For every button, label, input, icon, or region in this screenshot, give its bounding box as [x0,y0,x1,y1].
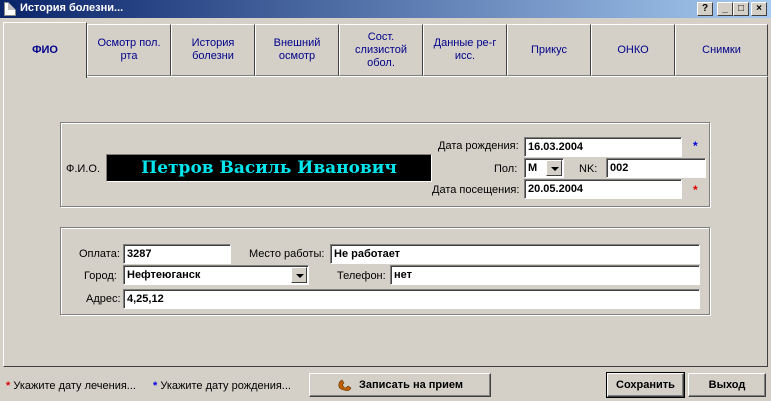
tab-bite[interactable]: Прикус [507,24,591,76]
birth-date-label: Дата рождения: [438,140,519,152]
hint-visit-text: Укажите дату лечения... [13,380,136,392]
tab-medical-history[interactable]: История болезни [171,24,255,76]
city-select[interactable]: Нефтеюганск [123,265,309,285]
chevron-down-icon[interactable] [291,267,307,283]
phone-label: Телефон: [337,270,386,282]
blue-star-icon: * [153,380,158,392]
work-label: Место работы: [249,248,325,260]
tab-panel [3,76,768,367]
tab-external-exam[interactable]: Внешний осмотр [255,24,339,76]
tab-mucosa[interactable]: Сост. слизистой обол. [339,24,423,76]
birth-required-marker: * [693,139,698,153]
sex-select[interactable]: М [524,158,564,178]
address-label: Адрес: [86,293,121,305]
tab-strip: ФИО Осмотр пол. рта История болезни Внеш… [3,22,768,78]
phone-icon [338,379,352,391]
visit-date-field[interactable]: 20.05.2004 [524,179,682,199]
title-bar: История болезни... ? _ □ × [0,0,771,18]
address-field[interactable]: 4,25,12 [123,289,700,309]
birth-date-field[interactable]: 16.03.2004 [524,137,682,157]
work-field[interactable]: Не работает [330,244,700,264]
tab-fio[interactable]: ФИО [3,22,87,78]
hint-visit-date: * Укажите дату лечения... [6,380,136,392]
nk-label: NK: [579,163,598,175]
minimize-button[interactable]: _ [717,2,733,16]
payment-label: Оплата: [79,248,120,260]
red-star-icon: * [6,380,11,392]
tab-oral-exam[interactable]: Осмотр пол. рта [87,24,171,76]
visit-required-marker: * [693,183,698,197]
city-label: Город: [84,270,117,282]
save-button[interactable]: Сохранить [606,372,685,398]
appointment-button[interactable]: Записать на прием [309,373,491,397]
city-value: Нефтеюганск [127,269,201,281]
nk-field[interactable]: 002 [606,158,706,178]
document-icon [4,2,16,16]
maximize-button[interactable]: □ [733,2,749,16]
visit-date-label: Дата посещения: [432,184,520,196]
patient-name-display: Петров Василь Иванович [106,154,432,182]
hint-birth-text: Укажите дату рождения... [160,380,291,392]
sex-value: М [528,162,538,174]
sex-label: Пол: [494,163,518,175]
tab-onco[interactable]: ОНКО [591,24,675,76]
payment-field[interactable]: 3287 [123,244,231,264]
tab-xray-data[interactable]: Данные ре-г исс. [423,24,507,76]
exit-button[interactable]: Выход [688,373,766,397]
appointment-label: Записать на прием [358,379,464,391]
window-title: История болезни... [20,2,124,14]
tab-images[interactable]: Снимки [675,24,768,76]
hint-birth-date: * Укажите дату рождения... [153,380,291,392]
fio-label: Ф.И.О. [66,163,100,175]
close-button[interactable]: × [751,2,767,16]
help-button[interactable]: ? [697,2,713,16]
phone-field[interactable]: нет [390,265,700,285]
chevron-down-icon[interactable] [546,160,562,176]
